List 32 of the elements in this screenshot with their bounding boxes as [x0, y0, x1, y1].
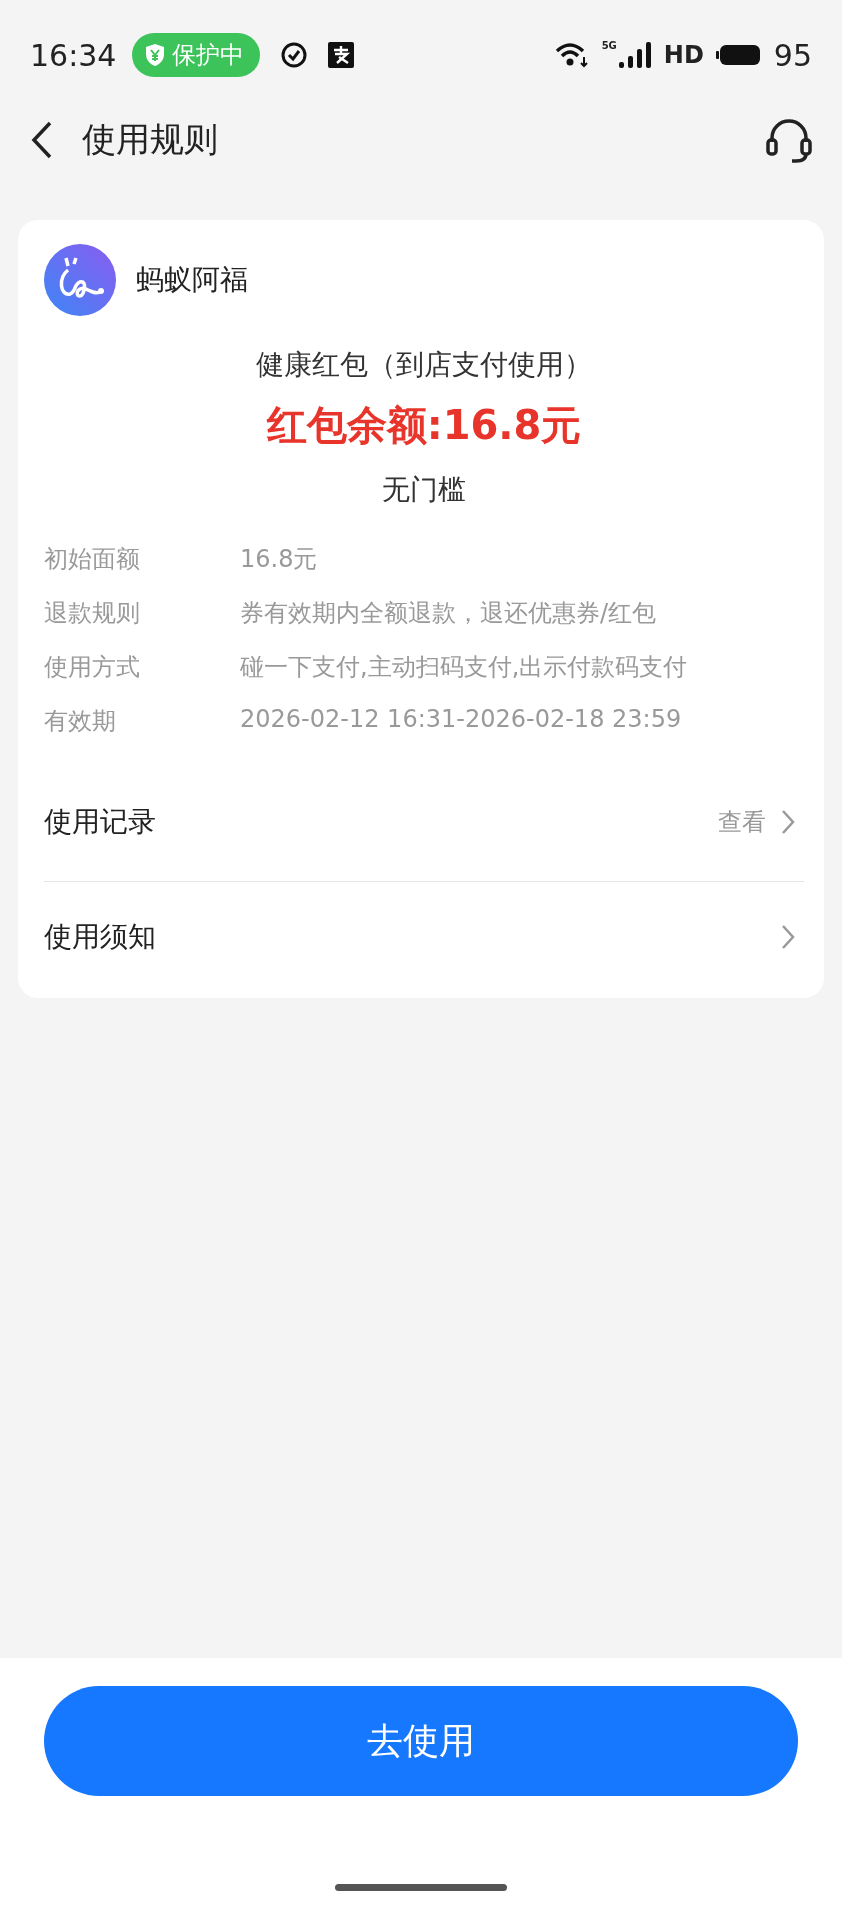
link-row[interactable]: 使用须知	[44, 892, 804, 982]
detail-value: 券有效期内全额退款，退还优惠券/红包	[240, 598, 657, 629]
app-icon	[328, 42, 355, 68]
battery-level: 95	[773, 37, 812, 73]
hd-label: HD	[663, 41, 704, 69]
detail-value: 16.8元	[240, 544, 318, 575]
page-title: 使用规则	[82, 118, 218, 161]
shield-icon	[144, 43, 167, 67]
coupon-title: 健康红包（到店支付使用）	[255, 347, 593, 383]
use-button[interactable]: 去使用	[44, 1686, 798, 1796]
detail-value: 2026-02-12 16:31-2026-02-18 23:59	[240, 705, 682, 735]
threshold-text: 无门槛	[381, 472, 467, 508]
balance-amount: 红包余额:16.8元	[265, 401, 583, 450]
detail-value: 碰一下支付,主动扫码支付,出示付款码支付	[240, 652, 688, 683]
detail-label: 初始面额	[44, 544, 141, 575]
status-time: 16:34	[30, 37, 117, 73]
chevron-right-icon	[780, 808, 796, 836]
detail-label: 退款规则	[44, 598, 141, 629]
signal-icon	[617, 40, 652, 70]
wifi-icon	[553, 41, 590, 69]
protection-badge: 保护中	[132, 33, 261, 77]
battery-icon	[715, 43, 762, 67]
brand-name: 蚂蚁阿福	[136, 262, 248, 298]
link-row[interactable]: 使用记录 查看	[44, 777, 804, 867]
detail-label: 使用方式	[44, 652, 141, 683]
chevron-right-icon	[780, 923, 796, 951]
brand-logo-icon	[44, 244, 116, 316]
cellular-signal: 5G	[601, 40, 652, 70]
check-circle-icon	[280, 41, 309, 69]
back-icon[interactable]	[30, 120, 54, 160]
detail-label: 有效期	[44, 706, 117, 737]
headset-icon[interactable]	[764, 116, 814, 164]
